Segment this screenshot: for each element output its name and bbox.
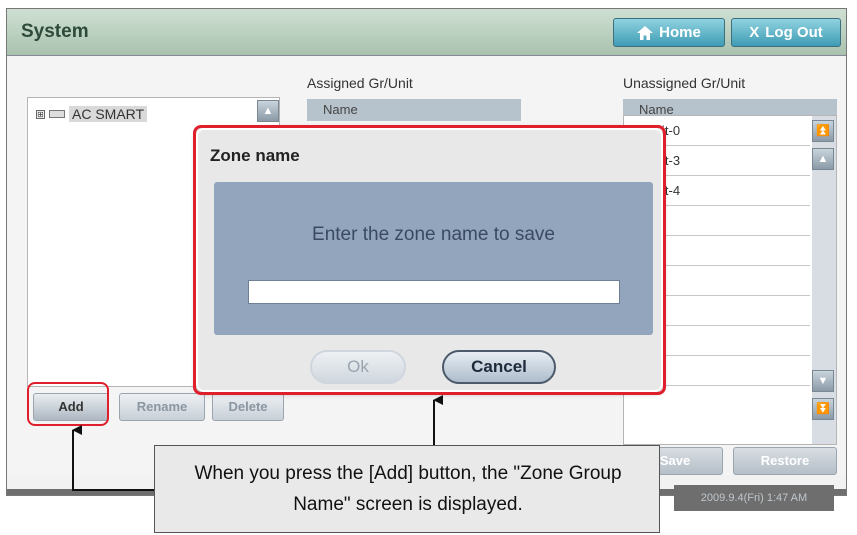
restore-button[interactable]: Restore: [733, 447, 837, 475]
logout-prefix: X: [749, 24, 760, 41]
callout-text: When you press the [Add] button, the "Zo…: [194, 463, 622, 515]
rename-button[interactable]: Rename: [119, 393, 205, 421]
add-button-highlight: [27, 382, 109, 426]
title-bar: System Home X Log Out: [7, 9, 846, 56]
expand-icon[interactable]: ⊞: [36, 109, 45, 119]
assigned-heading: Assigned Gr/Unit: [307, 75, 413, 91]
status-datetime: 2009.9.4(Fri) 1:47 AM: [674, 485, 834, 511]
tree-node-root[interactable]: ⊞ AC SMART: [36, 106, 148, 122]
callout-box: When you press the [Add] button, the "Zo…: [154, 445, 660, 533]
assigned-column-header: Name: [307, 99, 521, 121]
window-title: System: [21, 21, 89, 42]
tree-node-label: AC SMART: [69, 106, 148, 122]
scroll-down-icon[interactable]: ▼: [812, 370, 834, 392]
scroll-up-icon[interactable]: ▲: [812, 148, 834, 170]
logout-button[interactable]: X Log Out: [731, 18, 841, 47]
scroll-bottom-icon[interactable]: ⏬: [812, 398, 834, 420]
folder-icon: [49, 110, 65, 118]
unassigned-heading: Unassigned Gr/Unit: [623, 75, 746, 91]
home-label: Home: [659, 24, 701, 41]
delete-button[interactable]: Delete: [212, 393, 284, 421]
logout-label: Log Out: [765, 24, 823, 41]
dialog-highlight: [193, 125, 666, 395]
scroll-top-icon[interactable]: ⏫: [812, 120, 834, 142]
list-scrollbar[interactable]: ⏫ ▲ ▼ ⏬: [812, 116, 836, 444]
home-button[interactable]: Home: [613, 18, 725, 47]
scroll-top-icon[interactable]: ▲: [257, 100, 279, 122]
home-icon: [637, 25, 654, 40]
